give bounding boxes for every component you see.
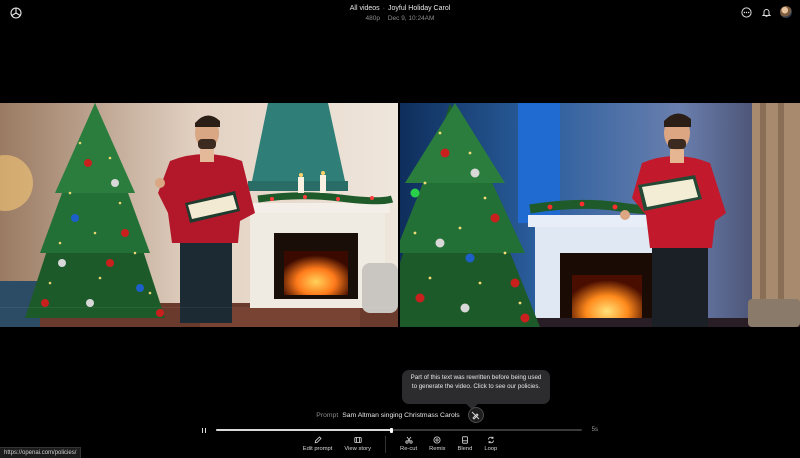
- rewritten-prompt-button[interactable]: [467, 407, 484, 423]
- bottom-toolbar: Edit prompt View story Re-cut Remix Blen…: [0, 436, 800, 456]
- view-story-button[interactable]: View story: [344, 436, 371, 452]
- pause-bar: [204, 427, 207, 433]
- video-title: Joyful Holiday Carol: [388, 5, 451, 12]
- policy-tooltip[interactable]: Part of this text was rewritten before b…: [402, 370, 550, 404]
- video-frame-right: [398, 103, 800, 327]
- blend-icon: [462, 436, 468, 444]
- user-avatar[interactable]: [780, 6, 792, 18]
- breadcrumb: All videos · Joyful Holiday Carol: [0, 4, 800, 14]
- progress-fill: [216, 429, 392, 431]
- storyboard-icon: [354, 437, 362, 443]
- edit-prompt-label: Edit prompt: [302, 446, 333, 452]
- remix-label: Remix: [429, 446, 446, 452]
- resolution-label: 480p: [365, 15, 381, 22]
- bell-icon[interactable]: [760, 6, 772, 18]
- header-title-block: All videos · Joyful Holiday Carol 480p Dec…: [0, 4, 800, 24]
- status-bar-url: https://openai.com/policies/: [0, 447, 82, 458]
- loop-button[interactable]: Loop: [484, 436, 497, 452]
- timestamp-label: Dec 9, 10:24AM: [387, 15, 435, 22]
- prompt-label: Prompt: [316, 411, 339, 419]
- blend-button[interactable]: Blend: [457, 436, 473, 452]
- re-cut-label: Re-cut: [400, 446, 418, 452]
- loop-icon: [487, 436, 494, 444]
- pause-button[interactable]: [200, 426, 208, 434]
- timeline: 5s: [200, 425, 600, 435]
- breadcrumb-separator: ·: [382, 5, 386, 12]
- pause-bar: [201, 427, 204, 433]
- video-player[interactable]: [0, 103, 800, 327]
- remix-icon: [433, 436, 441, 444]
- edit-prompt-button[interactable]: Edit prompt: [302, 436, 333, 452]
- loop-label: Loop: [484, 446, 498, 452]
- toolbar-divider: [385, 436, 387, 453]
- duration-label: 5s: [591, 427, 598, 433]
- more-icon[interactable]: [740, 6, 752, 18]
- meta-gap: [383, 15, 385, 22]
- scissors-icon: [404, 436, 413, 444]
- prompt-text: Sam Altman singing Christmass Carols: [342, 411, 460, 419]
- pen-slash-icon: [471, 411, 480, 420]
- pencil-icon: [314, 436, 322, 444]
- video-meta: 480p Dec 9, 10:24AM: [0, 14, 800, 24]
- progress-track[interactable]: [216, 427, 582, 433]
- policy-tooltip-text: Part of this text was rewritten before b…: [410, 374, 542, 390]
- view-story-label: View story: [344, 446, 372, 452]
- re-cut-button[interactable]: Re-cut: [400, 436, 417, 452]
- blend-label: Blend: [457, 446, 473, 452]
- video-frame-left: [0, 103, 398, 327]
- top-right-icons: [740, 6, 792, 18]
- progress-knob[interactable]: [390, 427, 394, 433]
- remix-button[interactable]: Remix: [429, 436, 446, 452]
- prompt-row: Prompt Sam Altman singing Christmass Car…: [0, 407, 800, 423]
- breadcrumb-all-videos[interactable]: All videos: [350, 5, 380, 12]
